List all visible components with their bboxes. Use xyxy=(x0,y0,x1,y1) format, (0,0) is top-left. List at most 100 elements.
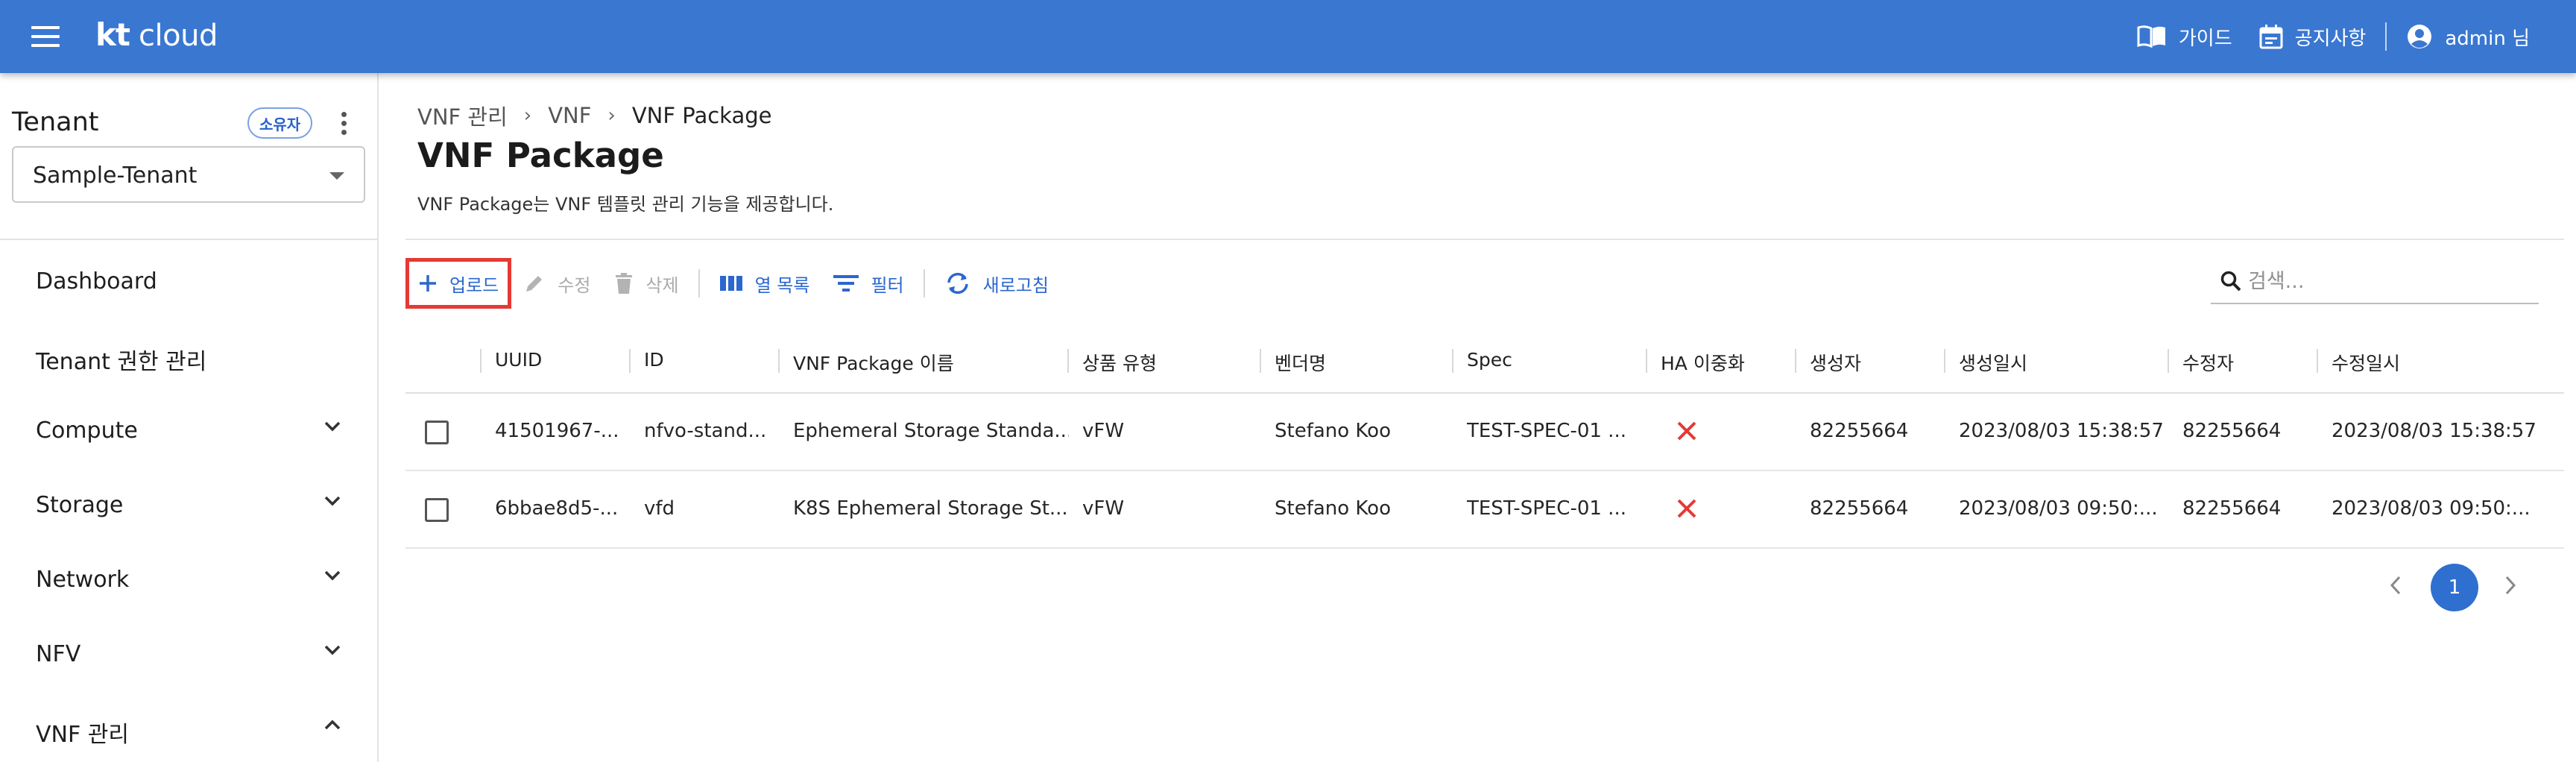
sidebar-item-nfv[interactable]: NFV xyxy=(0,616,377,690)
user-label: admin 님 xyxy=(2445,27,2530,50)
user-menu[interactable]: admin 님 xyxy=(2406,23,2530,51)
sidebar-item-storage[interactable]: Storage xyxy=(0,467,377,541)
cell-package-name: Ephemeral Storage Standa... xyxy=(793,420,1069,442)
tenant-title: Tenant xyxy=(12,107,99,137)
row-checkbox[interactable] xyxy=(425,498,449,522)
vnf-package-table: UUID ID VNF Package 이름 상품 유형 벤더명 Spec HA… xyxy=(405,327,2564,549)
upload-button[interactable]: 업로드 xyxy=(405,258,512,309)
sync-icon xyxy=(947,272,968,295)
column-header-spec[interactable]: Spec xyxy=(1452,349,1512,373)
cell-modified-at: 2023/08/03 09:50:... xyxy=(2332,497,2531,520)
page-description: VNF Package는 VNF 템플릿 관리 기능을 제공합니다. xyxy=(417,194,834,215)
edit-button[interactable]: 수정 xyxy=(511,258,602,309)
plus-icon xyxy=(420,275,436,292)
hamburger-menu-icon[interactable] xyxy=(27,22,64,51)
column-header-product-type[interactable]: 상품 유형 xyxy=(1067,349,1157,376)
cell-uuid: 6bbae8d5-... xyxy=(495,497,619,520)
refresh-label: 새로고침 xyxy=(982,274,1049,296)
more-vert-icon[interactable] xyxy=(334,106,353,140)
cell-product-type: vFW xyxy=(1082,497,1125,520)
guide-link[interactable]: 가이드 xyxy=(2137,23,2232,51)
column-header-package-name[interactable]: VNF Package 이름 xyxy=(778,349,954,376)
search-input[interactable] xyxy=(2248,267,2531,295)
sidebar-item-vnf-management[interactable]: VNF 관리 xyxy=(0,690,377,765)
sidebar-item-compute[interactable]: Compute xyxy=(0,392,377,467)
cell-created-at: 2023/08/03 09:50:... xyxy=(1959,497,2158,520)
calendar-icon xyxy=(2259,25,2283,49)
column-header-id[interactable]: ID xyxy=(629,349,664,373)
sidebar-item-dashboard[interactable]: Dashboard xyxy=(0,243,377,318)
breadcrumb-item[interactable]: VNF 관리 xyxy=(417,100,508,131)
cell-id: nfvo-stand... xyxy=(644,420,767,442)
chevron-down-icon xyxy=(324,570,341,581)
account-circle-icon xyxy=(2408,25,2432,48)
cell-creator: 82255664 xyxy=(1810,420,1909,442)
column-header-created-at[interactable]: 생성일시 xyxy=(1944,349,2027,376)
page-number-button[interactable]: 1 xyxy=(2431,564,2478,611)
notice-link[interactable]: 공지사항 xyxy=(2259,23,2366,51)
table-row[interactable]: 6bbae8d5-... vfd K8S Ephemeral Storage S… xyxy=(405,471,2564,549)
cell-id: vfd xyxy=(644,497,675,520)
cell-spec: TEST-SPEC-01 ... xyxy=(1467,420,1626,442)
column-header-ha[interactable]: HA 이중화 xyxy=(1646,349,1745,376)
cell-package-name: K8S Ephemeral Storage St... xyxy=(793,497,1068,520)
cell-spec: TEST-SPEC-01 ... xyxy=(1467,497,1626,520)
breadcrumb-item[interactable]: VNF xyxy=(548,103,591,128)
sidebar-item-network[interactable]: Network xyxy=(0,541,377,616)
column-header-modified-at[interactable]: 수정일시 xyxy=(2317,349,2400,376)
toolbar: 업로드 수정 삭제 열 목록 필터 새로고침 xyxy=(405,256,1061,310)
sidebar-divider xyxy=(0,239,377,240)
logo-cloud: cloud xyxy=(139,19,218,53)
chevron-down-icon xyxy=(324,421,341,432)
sidebar-item-tenant-permission[interactable]: Tenant 권한 관리 xyxy=(0,318,377,392)
sidebar-item-label: Dashboard xyxy=(36,268,157,295)
view-column-icon xyxy=(719,276,742,291)
sidebar-item-label: NFV xyxy=(36,641,81,667)
chevron-right-icon[interactable] xyxy=(2503,574,2518,596)
cell-modifier: 82255664 xyxy=(2182,420,2282,442)
cell-vendor: Stefano Koo xyxy=(1275,497,1391,520)
owner-badge: 소유자 xyxy=(247,107,313,139)
columns-button[interactable]: 열 목록 xyxy=(707,258,822,309)
edit-label: 수정 xyxy=(558,274,591,296)
tenant-select-value: Sample-Tenant xyxy=(33,163,198,189)
refresh-button[interactable]: 새로고침 xyxy=(932,258,1061,309)
delete-button[interactable]: 삭제 xyxy=(602,258,690,309)
tenant-select[interactable]: Sample-Tenant xyxy=(12,146,365,203)
sidebar-item-label: VNF 관리 xyxy=(36,722,129,748)
sidebar-item-label: Storage xyxy=(36,492,124,518)
guide-label: 가이드 xyxy=(2178,27,2232,50)
toolbar-divider xyxy=(698,269,700,298)
column-header-modifier[interactable]: 수정자 xyxy=(2168,349,2234,376)
chevron-down-icon xyxy=(324,496,341,506)
columns-label: 열 목록 xyxy=(754,274,810,296)
search-icon xyxy=(2220,271,2241,292)
cell-product-type: vFW xyxy=(1082,420,1125,442)
filter-button[interactable]: 필터 xyxy=(821,258,915,309)
sidebar-item-label: Tenant 권한 관리 xyxy=(36,349,207,375)
cell-creator: 82255664 xyxy=(1810,497,1909,520)
search-box xyxy=(2211,259,2539,304)
chevron-left-icon[interactable] xyxy=(2388,574,2403,596)
breadcrumb: VNF 관리 › VNF › VNF Package xyxy=(417,100,771,131)
breadcrumb-current: VNF Package xyxy=(631,103,772,128)
kt-cloud-logo[interactable]: kt cloud xyxy=(95,16,218,57)
filter-label: 필터 xyxy=(871,274,904,296)
table-row[interactable]: 41501967-... nfvo-stand... Ephemeral Sto… xyxy=(405,394,2564,471)
pencil-icon xyxy=(526,276,543,292)
column-header-creator[interactable]: 생성자 xyxy=(1795,349,1861,376)
column-header-vendor[interactable]: 벤더명 xyxy=(1260,349,1326,376)
book-icon xyxy=(2137,25,2165,48)
close-icon xyxy=(1677,499,1696,518)
trash-icon xyxy=(616,273,633,294)
row-checkbox[interactable] xyxy=(425,421,449,444)
cell-created-at: 2023/08/03 15:38:57 xyxy=(1959,420,2164,442)
header-divider xyxy=(2385,22,2387,51)
column-header-uuid[interactable]: UUID xyxy=(480,349,542,373)
sidebar-item-label: Network xyxy=(36,567,130,593)
chevron-up-icon xyxy=(324,720,341,730)
cell-modified-at: 2023/08/03 15:38:57 xyxy=(2332,420,2536,442)
close-icon xyxy=(1677,421,1696,441)
page-title: VNF Package xyxy=(417,136,664,175)
main-content: VNF 관리 › VNF › VNF Package VNF Package V… xyxy=(380,73,2576,762)
